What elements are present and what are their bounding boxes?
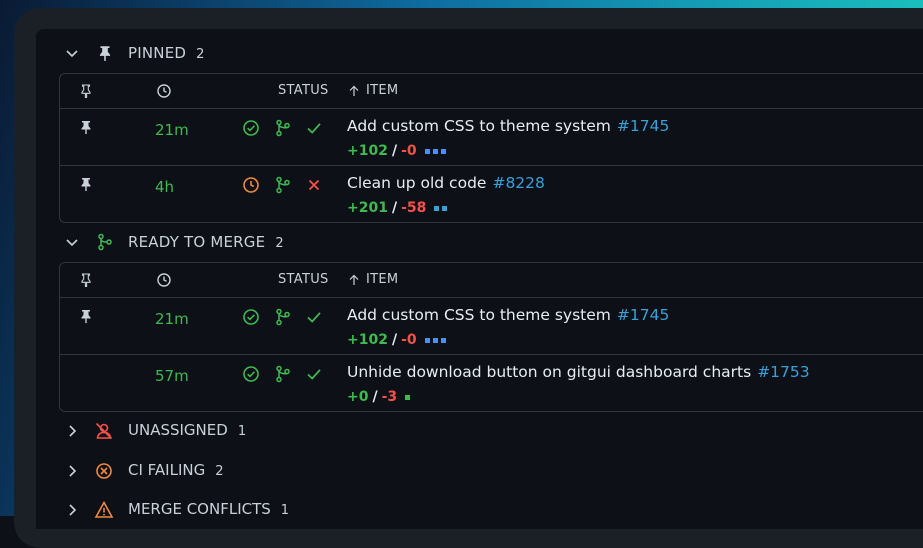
column-item[interactable]: ITEM [348, 83, 398, 98]
sort-arrow-up-icon [349, 85, 359, 96]
pr-age: 4h [155, 178, 175, 196]
ready-to-merge-table: STATUS ITEM 21m Add custom CSS to theme … [59, 262, 923, 412]
column-item-label: ITEM [366, 272, 399, 287]
pr-title-text[interactable]: Add custom CSS to theme system [347, 306, 611, 324]
section-header-unassigned[interactable]: UNASSIGNED 1 [36, 418, 636, 444]
diff-stats: +102/-0 [347, 332, 449, 348]
diff-additions: +0 [347, 389, 369, 405]
section-title-pinned: PINNED 2 [128, 44, 205, 62]
pr-title[interactable]: Add custom CSS to theme system #1745 [347, 117, 669, 135]
diff-stats: +201/-58 [347, 200, 450, 216]
column-status[interactable]: STATUS [278, 83, 329, 98]
git-merge-icon [276, 176, 290, 194]
section-header-ready-to-merge[interactable]: READY TO MERGE 2 [36, 228, 923, 256]
diff-stats: +0/-3 [347, 389, 413, 405]
git-merge-icon [276, 308, 290, 326]
column-status[interactable]: STATUS [278, 272, 329, 287]
pr-title-text[interactable]: Add custom CSS to theme system [347, 117, 611, 135]
pr-title[interactable]: Add custom CSS to theme system #1745 [347, 306, 669, 324]
chevron-down-icon[interactable] [64, 234, 80, 250]
check-circle-icon [243, 366, 259, 382]
section-title-ready-to-merge: READY TO MERGE 2 [128, 233, 284, 251]
column-item[interactable]: ITEM [348, 272, 398, 287]
pr-number-link[interactable]: #1745 [617, 117, 669, 135]
clock-icon[interactable] [156, 272, 172, 288]
diff-deletions: -0 [401, 332, 417, 348]
pr-title[interactable]: Clean up old code #8228 [347, 174, 545, 192]
table-row[interactable]: 4h Clean up old code #8228 +201/-58 [60, 166, 923, 222]
section-title-merge-conflicts: MERGE CONFLICTS 1 [128, 500, 290, 518]
git-merge-icon [276, 119, 290, 137]
person-slash-icon [95, 422, 113, 440]
section-count-ready-to-merge: 2 [275, 236, 284, 251]
diff-deletions: -0 [401, 143, 417, 159]
diff-additions: +201 [347, 200, 388, 216]
section-count-unassigned: 1 [237, 424, 247, 439]
section-count-pinned: 2 [196, 47, 205, 62]
diff-blocks [424, 148, 449, 154]
check-circle-icon [243, 309, 259, 325]
section-header-pinned[interactable]: PINNED 2 [36, 39, 923, 67]
section-header-merge-conflicts[interactable]: MERGE CONFLICTS 1 [36, 497, 636, 523]
pr-dashboard-panel: PINNED 2 STATUS ITEM 21m Add custom CSS t… [36, 29, 923, 529]
section-header-ci-failing[interactable]: CI FAILING 2 [36, 458, 636, 484]
diff-blocks [405, 394, 413, 400]
diff-deletions: -58 [401, 200, 427, 216]
diff-deletions: -3 [381, 389, 398, 405]
table-row[interactable]: 21m Add custom CSS to theme system #1745 … [60, 298, 923, 355]
pr-title-text[interactable]: Unhide download button on gitgui dashboa… [347, 363, 751, 381]
pr-age: 21m [155, 310, 189, 328]
column-item-label: ITEM [366, 83, 399, 98]
table-row[interactable]: 57m Unhide download button on gitgui das… [60, 355, 923, 411]
pin-icon [99, 46, 111, 61]
pr-number-link[interactable]: #8228 [492, 174, 544, 192]
table-header: STATUS ITEM [60, 263, 923, 298]
diff-blocks [434, 205, 450, 211]
table-row[interactable]: 21m Add custom CSS to theme system #1745 … [60, 109, 923, 166]
check-circle-icon [243, 120, 259, 136]
pr-title-text[interactable]: Clean up old code [347, 174, 486, 192]
pr-age: 57m [155, 367, 189, 385]
pr-age: 21m [155, 121, 189, 139]
checkmark-icon [307, 312, 321, 323]
section-title-ci-failing: CI FAILING 2 [128, 461, 224, 479]
pin-icon[interactable] [78, 119, 94, 135]
section-count-ci-failing: 2 [215, 464, 224, 479]
checkmark-icon [307, 123, 321, 134]
alert-triangle-icon [94, 500, 114, 518]
chevron-down-icon[interactable] [64, 45, 80, 61]
diff-additions: +102 [347, 143, 388, 159]
git-merge-icon [98, 233, 112, 251]
clock-icon[interactable] [156, 83, 172, 99]
x-icon [308, 179, 320, 191]
section-title-unassigned: UNASSIGNED 1 [128, 421, 247, 439]
git-merge-icon [276, 365, 290, 383]
pin-outline-icon[interactable] [78, 83, 94, 99]
pr-number-link[interactable]: #1753 [757, 363, 809, 381]
pin-icon[interactable] [78, 308, 94, 324]
sort-arrow-up-icon [349, 274, 359, 285]
diff-stats: +102/-0 [347, 143, 449, 159]
pr-title[interactable]: Unhide download button on gitgui dashboa… [347, 363, 810, 381]
checkmark-icon [307, 369, 321, 380]
table-header: STATUS ITEM [60, 74, 923, 109]
clock-pending-icon [243, 177, 259, 193]
diff-blocks [424, 337, 449, 343]
chevron-right-icon[interactable] [64, 423, 80, 439]
x-circle-icon [96, 463, 112, 479]
pin-outline-icon[interactable] [78, 272, 94, 288]
pr-number-link[interactable]: #1745 [617, 306, 669, 324]
diff-additions: +102 [347, 332, 388, 348]
chevron-right-icon[interactable] [64, 463, 80, 479]
pin-icon[interactable] [78, 176, 94, 192]
pinned-table: STATUS ITEM 21m Add custom CSS to theme … [59, 73, 923, 223]
